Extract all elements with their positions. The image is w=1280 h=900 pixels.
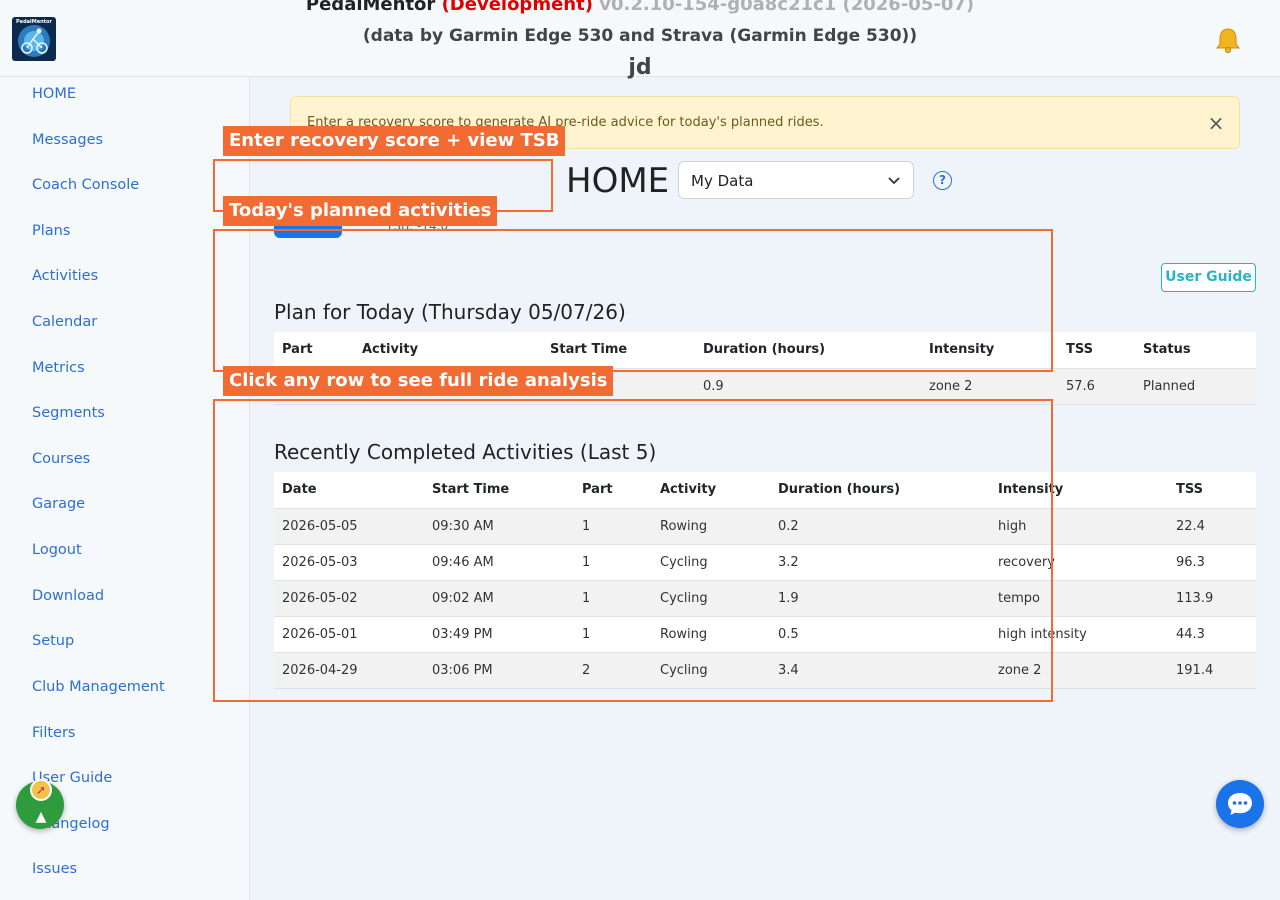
sidebar-item-logout[interactable]: Logout <box>32 542 82 558</box>
chat-bubble-icon <box>1228 793 1252 815</box>
sidebar-item-messages[interactable]: Messages <box>32 132 103 148</box>
bell-icon[interactable] <box>1213 26 1243 54</box>
sidebar-item-download[interactable]: Download <box>32 588 104 604</box>
column-header: TSS <box>1168 472 1256 509</box>
app-name: PedalMentor <box>305 0 436 15</box>
column-header: TSS <box>1058 332 1135 369</box>
annotation-box-planned <box>213 229 1053 372</box>
data-source-select[interactable]: My Data <box>678 161 914 199</box>
annotation-label-planned: Today's planned activities <box>223 196 498 226</box>
table-cell: 96.3 <box>1168 544 1256 581</box>
annotation-label-click-row: Click any row to see full ride analysis <box>223 366 614 396</box>
logo-text: PedalMentor <box>16 19 52 25</box>
env-badge: (Development) <box>441 0 593 15</box>
table-cell: 22.4 <box>1168 508 1256 545</box>
sidebar-item-club-management[interactable]: Club Management <box>32 679 165 695</box>
help-icon[interactable]: ? <box>933 171 952 190</box>
compass-icon: ➚ <box>30 779 52 801</box>
sidebar-item-metrics[interactable]: Metrics <box>32 360 85 376</box>
annotation-label-recovery: Enter recovery score + view TSB <box>223 126 566 156</box>
close-icon[interactable]: × <box>1206 113 1226 133</box>
route-guide-button[interactable]: ➚ ▲ <box>16 779 64 829</box>
app-header: PedalMentor PedalMentor (Development) v0… <box>0 0 1280 80</box>
table-cell: Planned <box>1135 368 1256 405</box>
sidebar-item-setup[interactable]: Setup <box>32 633 74 649</box>
sidebar-item-issues[interactable]: Issues <box>32 861 77 877</box>
version-text: v0.2.10-154-g0a8c21c1 (2026-05-07) <box>599 0 975 15</box>
page-title: HOME <box>566 161 670 201</box>
sidebar-item-plans[interactable]: Plans <box>32 223 70 239</box>
annotation-box-click-row <box>213 399 1053 702</box>
sidebar-item-filters[interactable]: Filters <box>32 725 75 741</box>
chat-button[interactable] <box>1216 780 1264 828</box>
sidebar-item-coach-console[interactable]: Coach Console <box>32 177 139 193</box>
table-cell: 57.6 <box>1058 368 1135 405</box>
sidebar-item-segments[interactable]: Segments <box>32 405 105 421</box>
mountain-icon: ▲ <box>35 809 47 825</box>
data-source-text: (data by Garmin Edge 530 and Strava (Gar… <box>362 26 918 46</box>
table-cell: 113.9 <box>1168 580 1256 617</box>
table-cell: 44.3 <box>1168 616 1256 653</box>
data-source-select-value: My Data <box>691 172 754 190</box>
column-header: Status <box>1135 332 1256 369</box>
user-guide-button[interactable]: User Guide <box>1161 263 1256 292</box>
table-cell: 191.4 <box>1168 652 1256 689</box>
chevron-down-icon <box>888 177 900 185</box>
sidebar-item-activities[interactable]: Activities <box>32 268 98 284</box>
sidebar-item-home[interactable]: HOME <box>32 86 76 102</box>
sidebar-item-courses[interactable]: Courses <box>32 451 90 467</box>
sidebar-item-calendar[interactable]: Calendar <box>32 314 97 330</box>
sidebar-item-garage[interactable]: Garage <box>32 496 85 512</box>
header-title: PedalMentor (Development) v0.2.10-154-g0… <box>0 0 1280 15</box>
